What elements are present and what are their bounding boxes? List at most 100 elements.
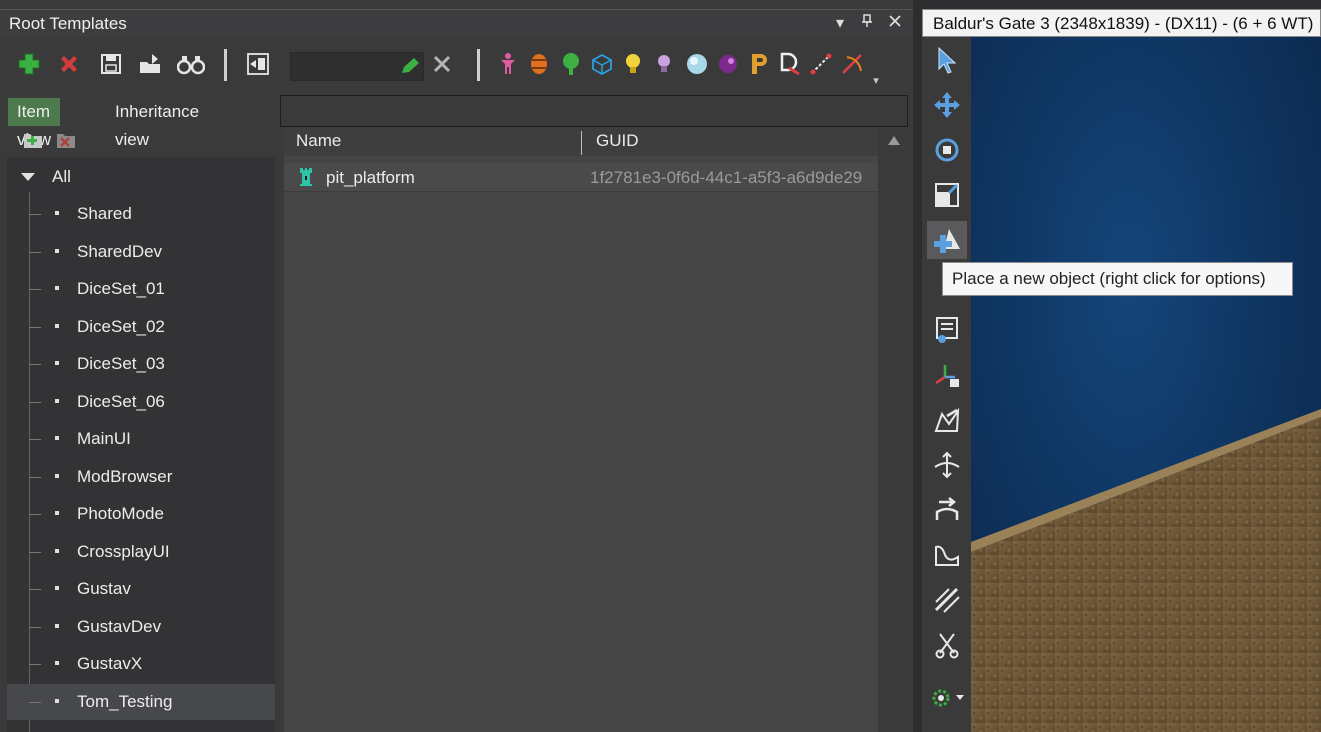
trigger-icon[interactable]	[838, 49, 868, 79]
rotate-tool-icon[interactable]	[927, 131, 967, 169]
tree-node-diceset_03[interactable]: DiceSet_03	[7, 346, 275, 382]
scroll-up-arrow-icon[interactable]	[888, 136, 900, 145]
character-filter-icon[interactable]	[493, 49, 523, 79]
tree-node-label: DiceSet_03	[77, 354, 165, 373]
column-name-header[interactable]: Name	[296, 131, 341, 151]
tree-connector	[29, 214, 41, 215]
export-button[interactable]	[136, 49, 166, 79]
tree-node-label: GustavX	[77, 654, 143, 673]
tree-node-label: DiceSet_06	[77, 391, 165, 411]
tree-node-label: All	[52, 167, 71, 186]
template-list	[284, 128, 878, 732]
settings-gear-icon[interactable]	[927, 678, 967, 718]
dark-orb-icon[interactable]	[713, 49, 743, 79]
tree-node-label: SharedDev	[77, 241, 163, 261]
tree-connector	[29, 251, 41, 253]
tree-node-gustavx[interactable]: GustavX	[7, 646, 275, 682]
tree-node-diceset_06[interactable]: DiceSet_06	[7, 384, 275, 420]
viewport-title-bar: Baldur's Gate 3 (2348x1839) - (DX11) - (…	[922, 9, 1321, 37]
delete-template-button[interactable]	[54, 49, 84, 79]
tree-node-diceset_02[interactable]: DiceSet_02	[7, 309, 275, 345]
decal-icon[interactable]	[775, 49, 805, 79]
remove-folder-icon[interactable]	[55, 130, 77, 155]
effect-bulb-icon[interactable]	[649, 49, 679, 79]
tree-bullet-icon	[55, 511, 59, 515]
tree-node-mainui[interactable]: MainUI	[7, 421, 275, 457]
pin-icon[interactable]	[856, 13, 878, 35]
properties-tool-icon[interactable]	[927, 311, 967, 349]
tree-connector	[29, 701, 41, 703]
tree-node-label: PhotoMode	[77, 504, 164, 523]
tree-connector	[29, 589, 41, 590]
select-cursor-icon[interactable]	[927, 41, 967, 79]
tree-node-photomode[interactable]: PhotoMode	[7, 496, 275, 532]
tree-bullet-icon	[55, 661, 59, 665]
add-folder-icon[interactable]	[22, 130, 44, 155]
template-tree: All Shared SharedDev DiceSet_01 DiceSet_02 D…	[7, 157, 275, 732]
move-tool-icon[interactable]	[927, 86, 967, 124]
list-scrollbar[interactable]	[880, 128, 906, 732]
list-item[interactable]: pit_platform 1f2781e3-0f6d-44c1-a5f3-a6d…	[284, 163, 878, 192]
item-barrel-icon[interactable]	[524, 49, 554, 79]
scale-tool-icon[interactable]	[927, 176, 967, 214]
expand-arrow-icon[interactable]	[21, 173, 35, 181]
clear-filter-button[interactable]	[427, 49, 457, 79]
tree-node-label: CrossplayUI	[77, 541, 170, 561]
tree-node-label: GustavDev	[77, 616, 162, 636]
tree-node-gustav[interactable]: Gustav	[7, 571, 275, 607]
curve-tool-icon[interactable]	[927, 536, 967, 574]
save-button[interactable]	[96, 49, 126, 79]
add-template-button[interactable]	[14, 49, 44, 79]
edit-pen-icon[interactable]	[399, 56, 421, 81]
tree-connector	[29, 401, 41, 403]
find-binoculars-icon[interactable]	[176, 49, 206, 79]
game-scene-view[interactable]	[971, 37, 1321, 732]
tree-node-all[interactable]: All	[7, 159, 275, 195]
toolbar-overflow-icon[interactable]: ▾	[866, 73, 886, 87]
tree-node-shareddev[interactable]: SharedDev	[7, 234, 275, 270]
tree-node-modbrowser[interactable]: ModBrowser	[7, 459, 275, 495]
tree-bullet-icon	[55, 586, 59, 590]
light-bulb-icon[interactable]	[618, 49, 648, 79]
tree-filter-icon[interactable]	[556, 49, 586, 79]
tree-bullet-icon	[55, 436, 59, 440]
tree-node-diceset_01[interactable]: DiceSet_01	[7, 271, 275, 307]
ruler-tool-icon[interactable]	[927, 581, 967, 619]
sphere-filter-icon[interactable]	[682, 49, 712, 79]
align-tool-icon[interactable]	[927, 491, 967, 529]
tree-node-label: MainUI	[77, 429, 131, 448]
tab-inheritance-view[interactable]: Inheritance view	[106, 98, 208, 149]
column-guid-header[interactable]: GUID	[596, 131, 639, 151]
tree-connector	[29, 626, 41, 628]
panel-menu-dropdown-icon[interactable]: ▾	[829, 13, 851, 35]
snap-vertical-icon[interactable]	[927, 446, 967, 484]
tree-connector	[29, 364, 41, 365]
tree-node-tom_testing[interactable]: Tom_Testing	[7, 683, 275, 720]
prefab-p-icon[interactable]	[744, 49, 774, 79]
close-panel-icon[interactable]	[884, 13, 906, 35]
tree-node-label: ModBrowser	[77, 466, 173, 486]
filter-input[interactable]	[290, 52, 424, 81]
tree-node-crossplayui[interactable]: CrossplayUI	[7, 534, 275, 570]
tree-connector	[29, 439, 41, 440]
tree-bullet-icon	[55, 323, 59, 328]
tree-bullet-icon	[55, 398, 59, 403]
column-divider[interactable]	[581, 131, 582, 155]
terrain-paint-icon[interactable]	[927, 401, 967, 439]
tree-node-gustavdev[interactable]: GustavDev	[7, 609, 275, 645]
view-toggle-button[interactable]	[243, 49, 273, 79]
tree-connector	[29, 326, 41, 328]
tree-node-shared[interactable]: Shared	[7, 196, 275, 232]
cut-tool-icon[interactable]	[927, 626, 967, 664]
tree-connector	[29, 289, 41, 290]
tree-bullet-icon	[55, 623, 59, 628]
tree-bullet-icon	[55, 248, 59, 253]
cube-filter-icon[interactable]	[587, 49, 617, 79]
tree-bullet-icon	[55, 361, 59, 365]
tab-item-view[interactable]: Item view	[8, 98, 60, 149]
pivot-lock-icon[interactable]	[927, 356, 967, 394]
tree-node-label: Shared	[77, 204, 132, 223]
place-object-icon[interactable]	[927, 221, 967, 259]
spline-icon[interactable]	[806, 49, 836, 79]
item-guid: 1f2781e3-0f6d-44c1-a5f3-a6d9de29	[590, 168, 863, 187]
